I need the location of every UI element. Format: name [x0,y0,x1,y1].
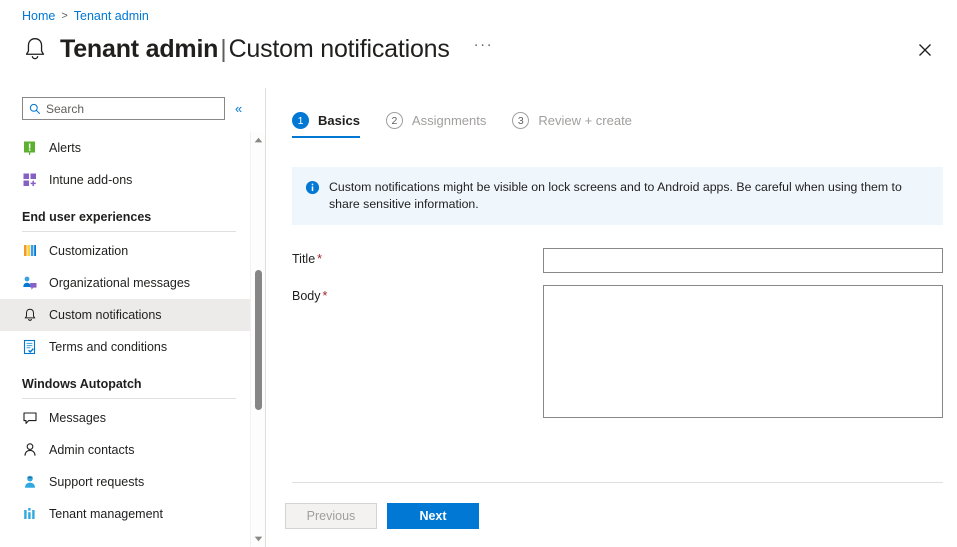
info-banner-text: Custom notifications might be visible on… [329,179,929,213]
close-icon [918,43,932,57]
tab-basics-number: 1 [292,112,309,129]
close-button[interactable] [911,36,939,64]
info-banner: Custom notifications might be visible on… [292,167,943,225]
messages-icon [22,410,38,426]
sidebar-item-label: Organizational messages [49,276,190,290]
tenant-admin-custom-notifications-page: Home > Tenant admin Tenant admin|Custom … [0,0,957,547]
bell-icon [20,34,50,64]
sidebar-section-rule [22,398,236,399]
title-label-text: Title [292,252,315,266]
sidebar-item-tenant-management[interactable]: Tenant management [0,498,250,530]
page-title-separator: | [220,35,226,63]
title-field-label: Title* [292,248,543,266]
tab-assignments-number: 2 [386,112,403,129]
info-icon [305,180,320,195]
intune-addons-icon [22,172,38,188]
footer-divider [292,482,943,483]
page-title-sub: Custom notifications [229,35,450,63]
body-field-label: Body* [292,285,543,303]
sidebar-section-label: End user experiences [22,208,236,226]
scrollbar-up-arrow[interactable] [251,132,266,148]
sidebar-item-alerts[interactable]: Alerts [0,132,250,164]
sidebar-item-organizational-messages[interactable]: Organizational messages [0,267,250,299]
breadcrumb-separator: > [61,8,67,24]
wizard-tabs: 1 Basics 2 Assignments 3 Review + create [292,112,632,138]
sidebar-item-messages[interactable]: Messages [0,402,250,434]
body-required-mark: * [323,289,328,303]
main-content: 1 Basics 2 Assignments 3 Review + create… [266,88,957,547]
breadcrumb: Home > Tenant admin [22,8,149,24]
tab-basics[interactable]: 1 Basics [292,112,360,138]
page-title: Tenant admin|Custom notifications [60,34,450,64]
next-button[interactable]: Next [387,503,479,529]
custom-notifications-icon [22,307,38,323]
sidebar: « Alerts Intune add-ons [0,88,265,547]
sidebar-item-label: Admin contacts [49,443,134,457]
sidebar-item-label: Messages [49,411,106,425]
tab-review-create-label: Review + create [538,113,632,128]
previous-button[interactable]: Previous [285,503,377,529]
breadcrumb-tenant-admin[interactable]: Tenant admin [74,8,149,24]
page-header: Tenant admin|Custom notifications ··· [20,34,493,64]
sidebar-section-label: Windows Autopatch [22,375,236,393]
body-label-text: Body [292,289,321,303]
page-title-main: Tenant admin [60,35,218,63]
body-textarea[interactable] [543,285,943,418]
scrollbar-down-arrow[interactable] [251,531,266,547]
sidebar-item-label: Tenant management [49,507,163,521]
sidebar-item-label: Support requests [49,475,144,489]
tab-assignments-label: Assignments [412,113,486,128]
search-box[interactable] [22,97,225,120]
sidebar-scrollbar[interactable] [250,132,265,547]
sidebar-item-admin-contacts[interactable]: Admin contacts [0,434,250,466]
sidebar-item-terms-and-conditions[interactable]: Terms and conditions [0,331,250,363]
sidebar-section-windows-autopatch: Windows Autopatch [0,375,250,399]
sidebar-item-label: Intune add-ons [49,173,132,187]
chevron-down-icon [254,536,263,542]
search-icon [29,103,41,115]
more-options-icon[interactable]: ··· [474,40,494,59]
tab-basics-label: Basics [318,113,360,128]
sidebar-item-label: Custom notifications [49,308,162,322]
support-requests-icon [22,474,38,490]
title-input[interactable] [543,248,943,273]
wizard-footer: Previous Next [285,503,479,529]
breadcrumb-home[interactable]: Home [22,8,55,24]
tenant-management-icon [22,506,38,522]
tab-review-create[interactable]: 3 Review + create [512,112,632,136]
organizational-messages-icon [22,275,38,291]
tab-review-create-number: 3 [512,112,529,129]
sidebar-item-label: Customization [49,244,128,258]
sidebar-item-custom-notifications[interactable]: Custom notifications [0,299,250,331]
body-field-row: Body* [292,285,943,418]
title-field-row: Title* [292,248,943,273]
title-required-mark: * [317,252,322,266]
terms-and-conditions-icon [22,339,38,355]
alerts-icon [22,140,38,156]
sidebar-item-intune-add-ons[interactable]: Intune add-ons [0,164,250,196]
sidebar-item-support-requests[interactable]: Support requests [0,466,250,498]
chevron-up-icon [254,137,263,143]
sidebar-item-label: Terms and conditions [49,340,167,354]
scrollbar-thumb[interactable] [255,270,262,410]
collapse-sidebar-icon[interactable]: « [235,102,242,115]
sidebar-search-row: « [22,97,242,120]
admin-contacts-icon [22,442,38,458]
sidebar-item-label: Alerts [49,141,81,155]
sidebar-item-customization[interactable]: Customization [0,235,250,267]
tab-assignments[interactable]: 2 Assignments [386,112,486,136]
sidebar-section-end-user-experiences: End user experiences [0,208,250,232]
sidebar-nav-list: Alerts Intune add-ons End user experienc… [0,132,250,547]
customization-icon [22,243,38,259]
basics-form: Title* Body* [292,248,943,430]
search-input[interactable] [46,102,218,116]
sidebar-section-rule [22,231,236,232]
